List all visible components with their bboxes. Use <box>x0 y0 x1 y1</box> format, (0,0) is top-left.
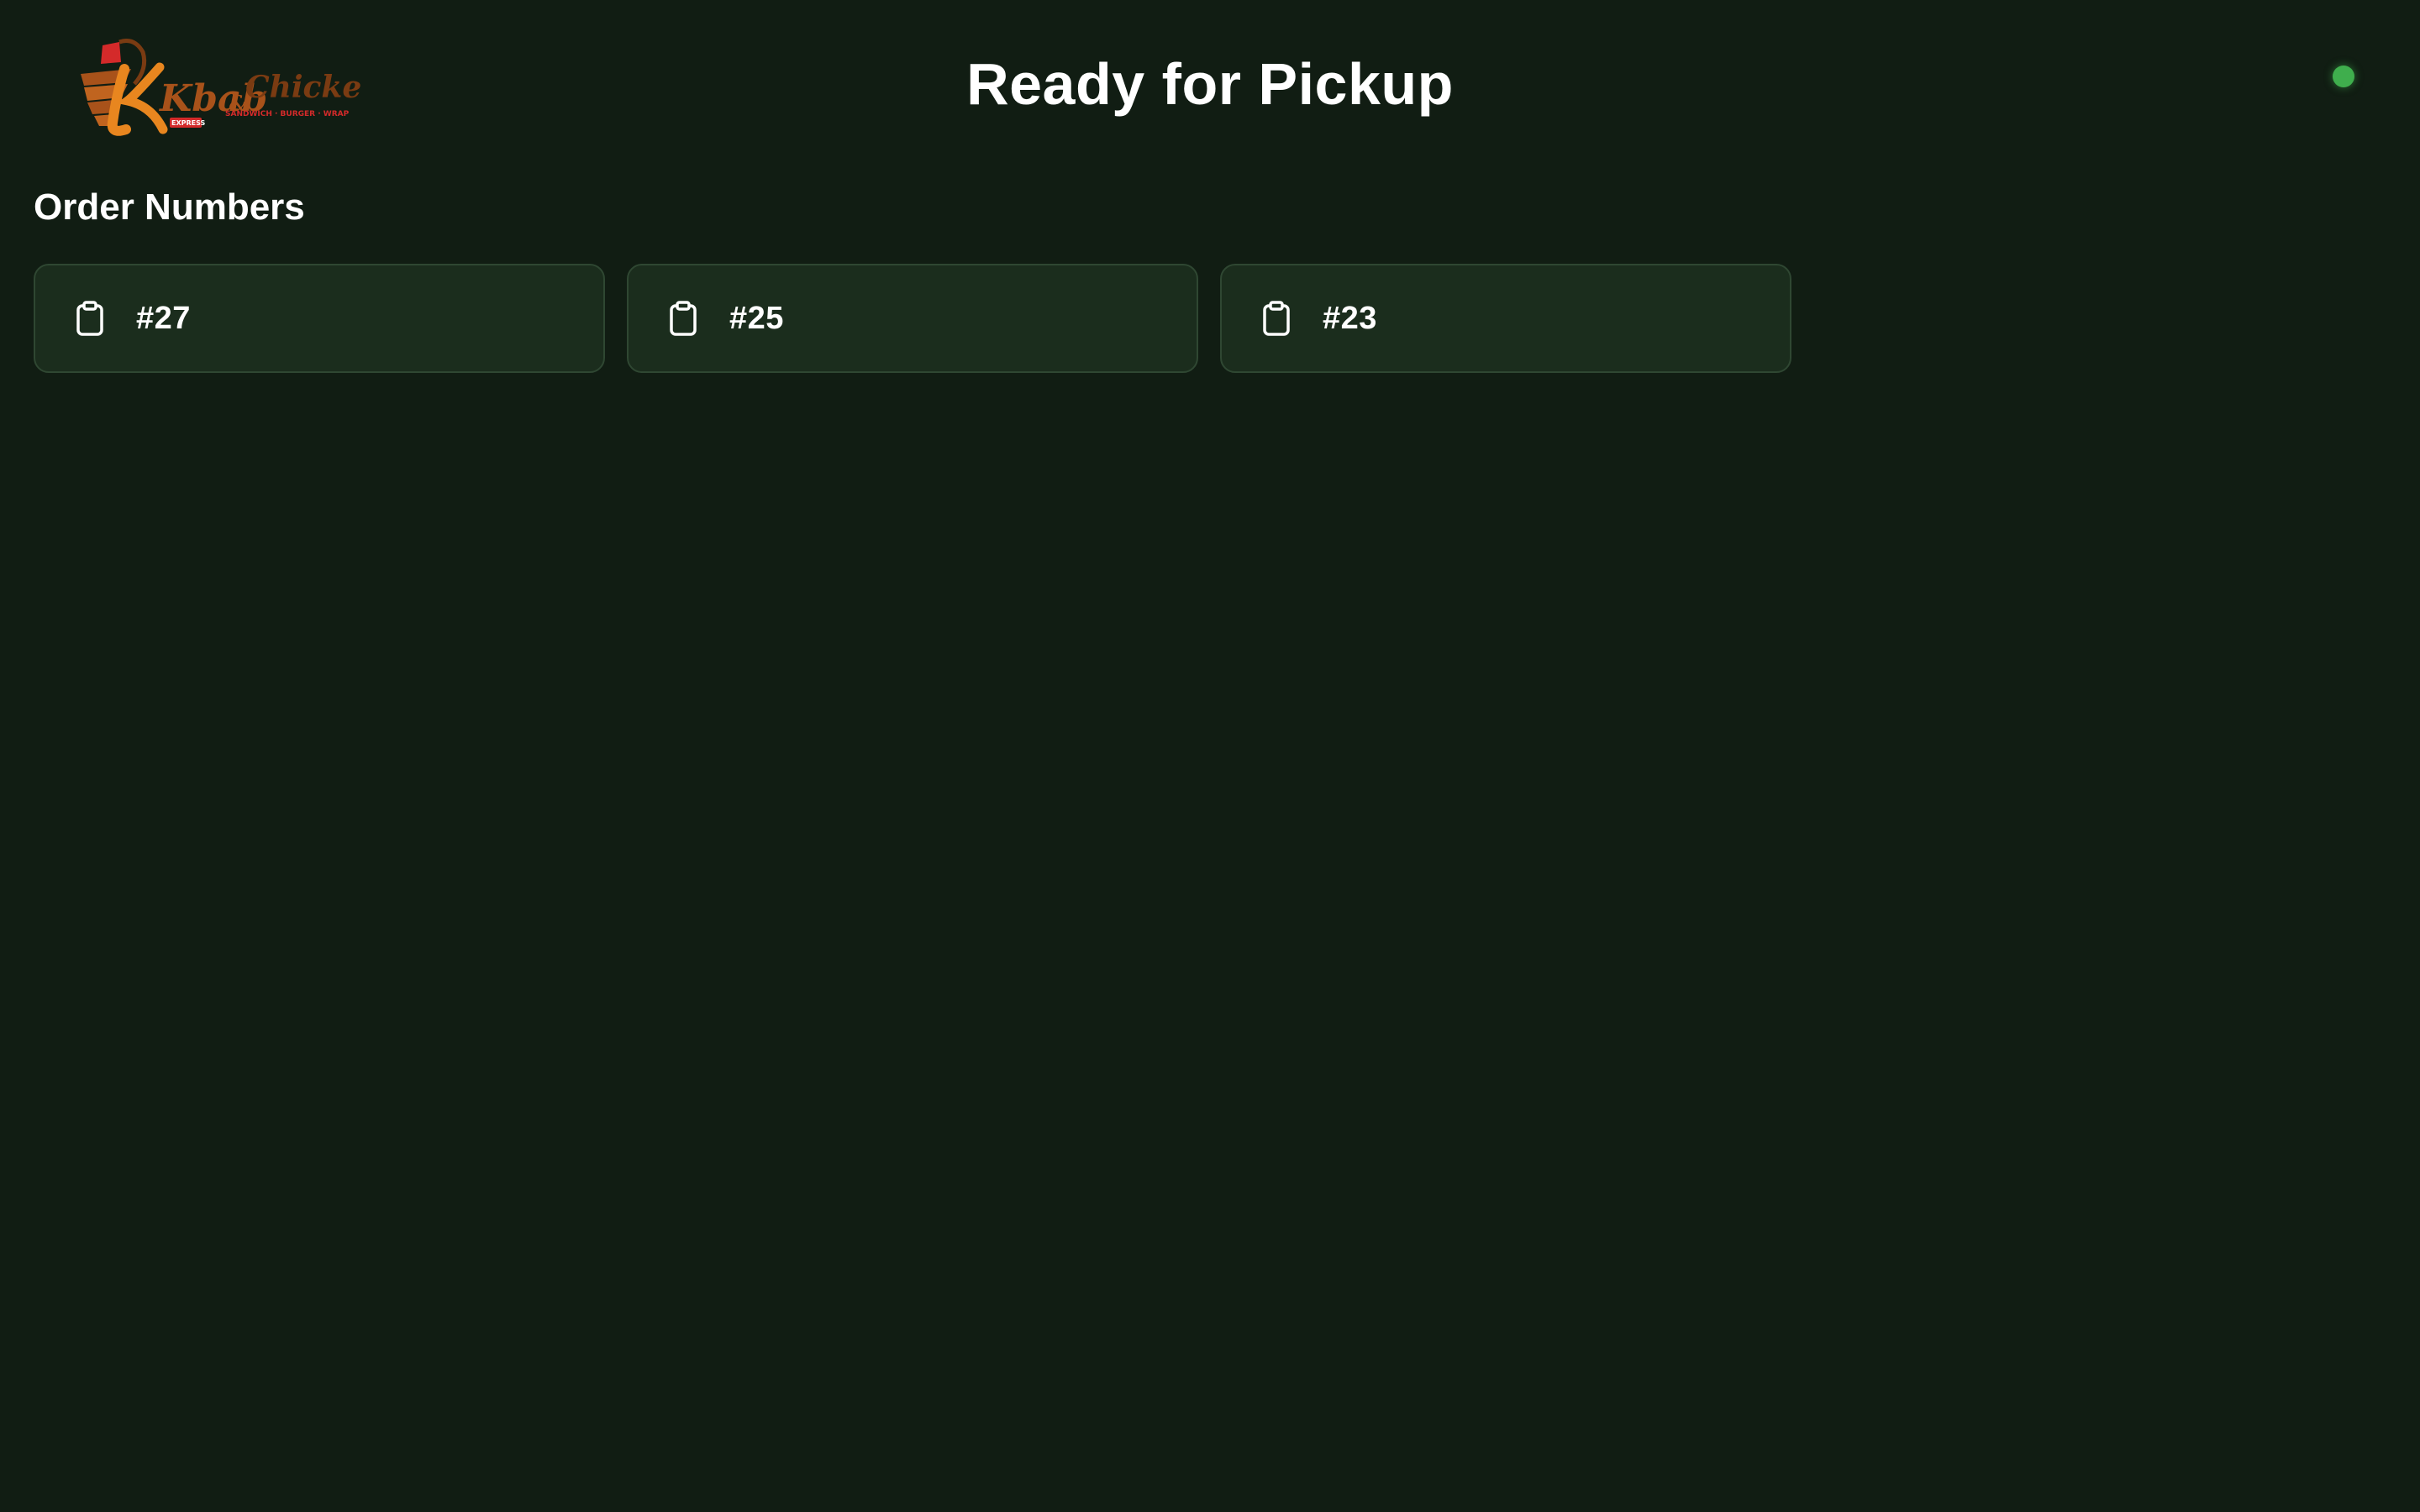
logo-badge: EXPRESS <box>171 119 206 127</box>
connection-status-indicator <box>2333 66 2354 87</box>
order-card: #27 <box>34 264 605 373</box>
order-list: #27 #25 #23 <box>34 264 2386 373</box>
section-title: Order Numbers <box>34 186 305 228</box>
order-card: #23 <box>1220 264 1791 373</box>
order-number: #25 <box>729 300 784 336</box>
order-number: #23 <box>1323 300 1377 336</box>
clipboard-icon <box>667 300 699 337</box>
order-card: #25 <box>627 264 1198 373</box>
header: Kbab & Chicken EXPRESS SANDWICH · BURGER… <box>0 0 2420 168</box>
clipboard-icon <box>1260 300 1292 337</box>
clipboard-icon <box>74 300 106 337</box>
order-number: #27 <box>136 300 191 336</box>
page-title: Ready for Pickup <box>966 51 1454 117</box>
